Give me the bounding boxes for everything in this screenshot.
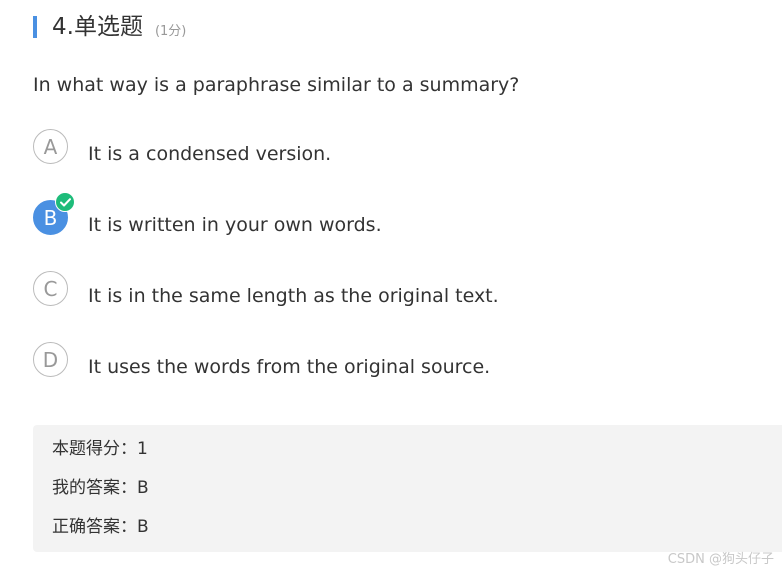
- option-d-circle[interactable]: D: [33, 342, 68, 377]
- option-b-letter: B: [43, 205, 58, 230]
- option-a-text[interactable]: It is a condensed version.: [88, 140, 331, 168]
- option-c-circle[interactable]: C: [33, 271, 68, 306]
- question-title: 4.单选题: [52, 14, 143, 40]
- checkmark-icon: [55, 192, 75, 212]
- watermark: CSDN @狗头仔子: [667, 552, 774, 567]
- result-correct-answer: 正确答案：B: [52, 517, 149, 537]
- option-d-text[interactable]: It uses the words from the original sour…: [88, 353, 490, 381]
- option-b-text[interactable]: It is written in your own words.: [88, 211, 382, 239]
- question-score: (1分): [154, 23, 187, 39]
- result-score: 本题得分：1: [52, 439, 148, 459]
- result-my-answer: 我的答案：B: [52, 478, 149, 498]
- option-c-text[interactable]: It is in the same length as the original…: [88, 282, 499, 310]
- question-text: In what way is a paraphrase similar to a…: [33, 74, 520, 96]
- question-header: 4.单选题 (1分): [33, 12, 186, 42]
- option-d-letter: D: [42, 347, 59, 372]
- option-a-letter: A: [43, 134, 58, 159]
- option-a-circle[interactable]: A: [33, 129, 68, 164]
- result-panel: 本题得分：1 我的答案：B 正确答案：B: [33, 425, 782, 552]
- accent-bar: [33, 16, 37, 38]
- option-c-letter: C: [43, 276, 58, 301]
